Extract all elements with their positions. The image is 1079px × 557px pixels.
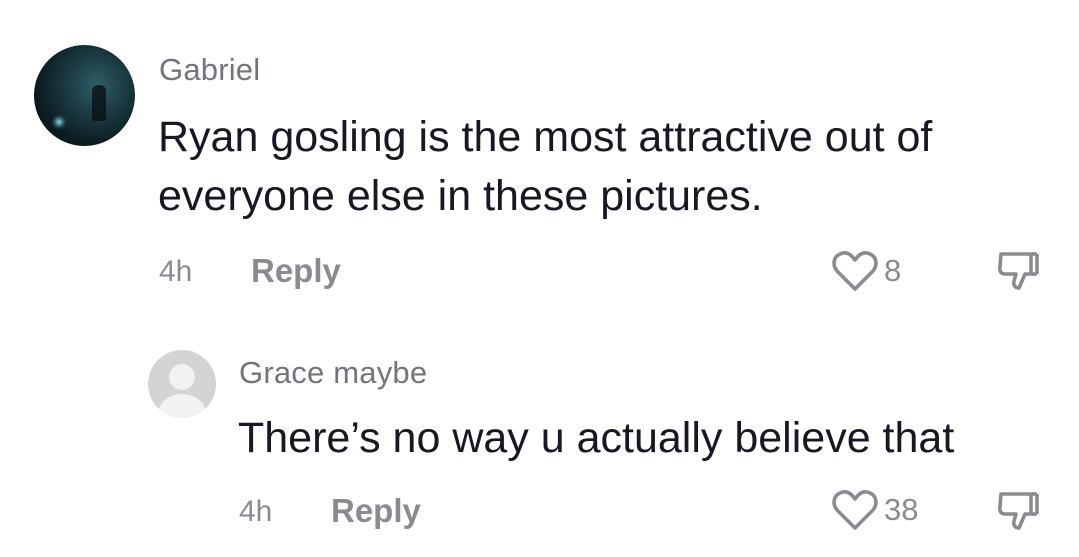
thumbs-down-outline-icon bbox=[997, 492, 1039, 530]
avatar-head-shape bbox=[169, 364, 195, 390]
heart-outline-icon bbox=[832, 251, 878, 291]
reply-button[interactable]: Reply bbox=[251, 252, 341, 290]
dislike-button[interactable] bbox=[995, 490, 1041, 539]
thumbs-down-outline-icon bbox=[997, 252, 1039, 290]
avatar[interactable] bbox=[34, 45, 135, 146]
avatar-figure bbox=[92, 85, 106, 121]
like-count: 8 bbox=[884, 253, 902, 288]
avatar-body-shape bbox=[158, 394, 206, 418]
avatar-light bbox=[52, 115, 66, 129]
comment-username[interactable]: Grace maybe bbox=[239, 355, 427, 391]
comment-text-line: everyone else in these pictures. bbox=[158, 172, 763, 220]
dislike-button[interactable] bbox=[995, 250, 1041, 299]
comment-text-line: Ryan gosling is the most attractive out … bbox=[158, 113, 933, 161]
reply-button[interactable]: Reply bbox=[331, 492, 421, 530]
like-count: 38 bbox=[884, 492, 919, 527]
comment-username[interactable]: Gabriel bbox=[159, 52, 260, 88]
comment-text-line: There’s no way u actually believe that bbox=[238, 414, 955, 462]
comment-timestamp: 4h bbox=[159, 255, 193, 288]
default-avatar[interactable] bbox=[148, 350, 216, 418]
like-button[interactable]: 8 bbox=[832, 249, 901, 293]
like-button[interactable]: 38 bbox=[832, 488, 918, 532]
comment-timestamp: 4h bbox=[239, 495, 273, 528]
heart-outline-icon bbox=[832, 490, 878, 530]
